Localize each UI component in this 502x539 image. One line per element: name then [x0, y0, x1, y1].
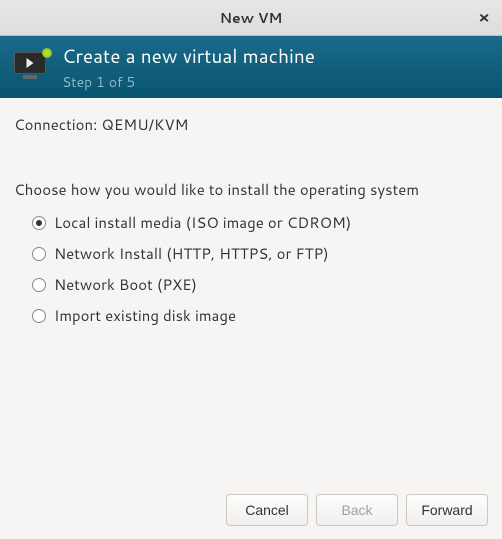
radio-option-import-disk[interactable]: Import existing disk image	[32, 305, 488, 326]
wizard-header: Create a new virtual machine Step 1 of 5	[0, 36, 502, 98]
radio-label: Local install media (ISO image or CDROM)	[54, 212, 351, 233]
install-method-radio-group: Local install media (ISO image or CDROM)…	[14, 212, 488, 326]
vm-icon	[14, 52, 50, 82]
radio-label: Network Boot (PXE)	[54, 274, 197, 295]
install-prompt: Choose how you would like to install the…	[14, 179, 488, 200]
radio-option-network-boot[interactable]: Network Boot (PXE)	[32, 274, 488, 295]
radio-icon	[32, 247, 46, 261]
cancel-button[interactable]: Cancel	[226, 494, 308, 526]
radio-icon	[32, 309, 46, 323]
header-text: Create a new virtual machine Step 1 of 5	[62, 43, 315, 92]
radio-label: Import existing disk image	[54, 305, 236, 326]
connection-row: Connection: QEMU/KVM	[14, 114, 488, 135]
forward-button[interactable]: Forward	[406, 494, 488, 526]
radio-label: Network Install (HTTP, HTTPS, or FTP)	[54, 243, 329, 264]
back-button[interactable]: Back	[316, 494, 398, 526]
content-area: Connection: QEMU/KVM Choose how you woul…	[0, 98, 502, 481]
close-icon[interactable]: ×	[474, 8, 494, 28]
radio-icon	[32, 278, 46, 292]
header-step: Step 1 of 5	[62, 72, 315, 92]
button-bar: Cancel Back Forward	[0, 481, 502, 539]
titlebar: New VM ×	[0, 0, 502, 36]
radio-option-local-media[interactable]: Local install media (ISO image or CDROM)	[32, 212, 488, 233]
window-title: New VM	[220, 8, 283, 28]
connection-value: QEMU/KVM	[101, 114, 188, 135]
header-title: Create a new virtual machine	[62, 43, 315, 70]
connection-label: Connection:	[14, 114, 101, 135]
radio-option-network-install[interactable]: Network Install (HTTP, HTTPS, or FTP)	[32, 243, 488, 264]
radio-icon	[32, 216, 46, 230]
